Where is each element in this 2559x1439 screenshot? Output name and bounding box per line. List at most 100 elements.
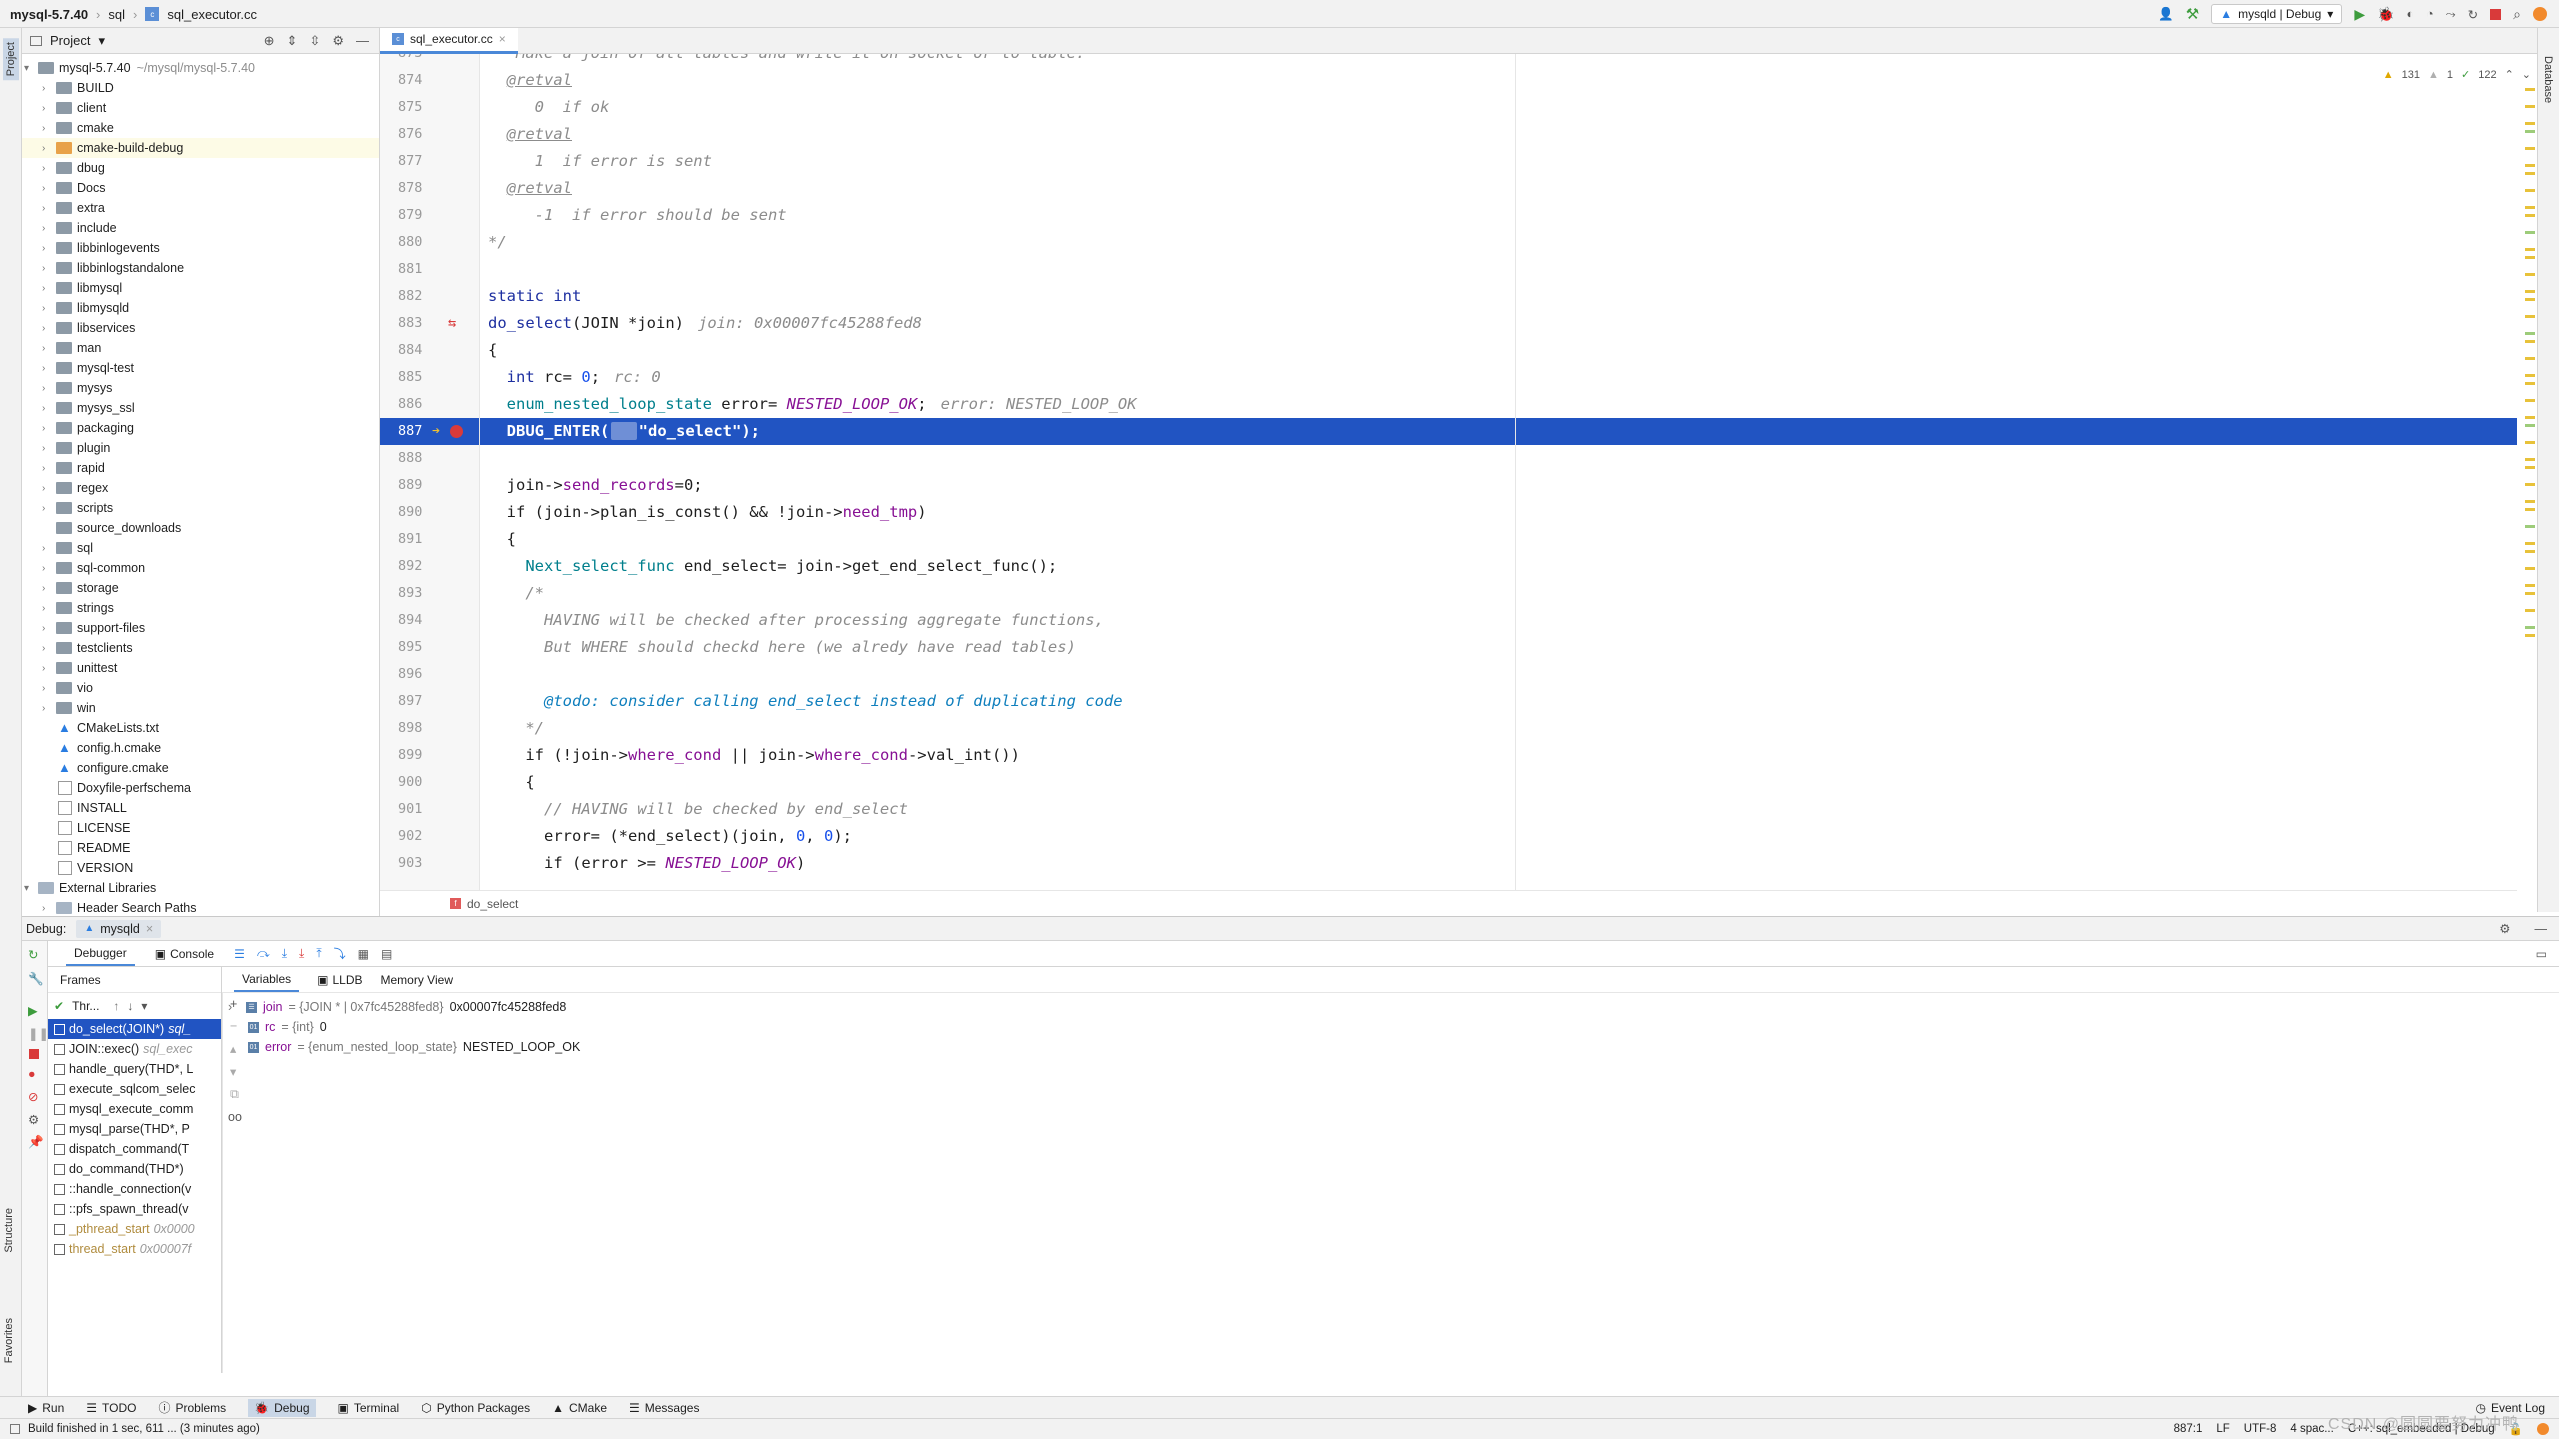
tree-file[interactable]: Doxyfile-perfschema (22, 778, 379, 798)
mute-breakpoints-icon[interactable]: ⊘ (22, 1085, 47, 1108)
chevron-right-icon[interactable]: › (42, 303, 54, 314)
tree-file[interactable]: LICENSE (22, 818, 379, 838)
line-number[interactable]: 884 (380, 337, 479, 364)
project-name[interactable]: mysql-5.7.40 (10, 7, 88, 22)
code-line-876[interactable]: @retval (480, 121, 2517, 148)
tab-console[interactable]: ▣ Console (147, 943, 222, 965)
line-number[interactable]: 892 (380, 553, 479, 580)
tree-folder-client[interactable]: › client (22, 98, 379, 118)
tree-folder-mysql-test[interactable]: › mysql-test (22, 358, 379, 378)
tool-tab-terminal[interactable]: ▣ Terminal (338, 1401, 400, 1415)
stripe-mark[interactable] (2525, 315, 2535, 318)
tree-folder-cmake-build-debug[interactable]: › cmake-build-debug (22, 138, 379, 158)
tree-folder-rapid[interactable]: › rapid (22, 458, 379, 478)
locate-icon[interactable]: ⊕ (264, 33, 275, 49)
stack-frame[interactable]: handle_query(THD*, L (48, 1059, 221, 1079)
close-icon[interactable]: × (499, 32, 506, 46)
tab-variables[interactable]: Variables (234, 968, 300, 992)
chevron-right-icon[interactable]: › (42, 503, 54, 514)
line-number[interactable]: 881 (380, 256, 479, 283)
line-number[interactable]: 880 (380, 229, 479, 256)
chevron-right-icon[interactable]: › (42, 463, 54, 474)
tree-file[interactable]: VERSION (22, 858, 379, 878)
stripe-mark[interactable] (2525, 567, 2535, 570)
line-number[interactable]: 889 (380, 472, 479, 499)
inspection-widget[interactable]: ▲ 131 ▲ 1 ✓ 122 ⌃ ⌄ (2383, 68, 2531, 82)
tree-folder-scripts[interactable]: › scripts (22, 498, 379, 518)
tab-memory-view[interactable]: Memory View (381, 973, 453, 987)
variable-row[interactable]: 01 error = {enum_nested_loop_state} NESTED_… (222, 1037, 2559, 1057)
line-number[interactable]: 886 (380, 391, 479, 418)
table-view-icon[interactable]: ▤ (381, 947, 392, 961)
variable-row[interactable]: › ☰ join = {JOIN * | 0x7fc45288fed8} 0x00007… (222, 997, 2559, 1017)
code-area[interactable]: Make a join of all tables and write it o… (480, 54, 2517, 890)
tree-file[interactable]: ▲ CMakeLists.txt (22, 718, 379, 738)
chevron-right-icon[interactable]: › (42, 83, 54, 94)
run-icon[interactable]: ▶ (2354, 6, 2365, 23)
chevron-right-icon[interactable]: › (42, 703, 54, 714)
code-line-900[interactable]: { (480, 769, 2517, 796)
tree-folder-docs[interactable]: › Docs (22, 178, 379, 198)
tree-folder-man[interactable]: › man (22, 338, 379, 358)
code-line-884[interactable]: { (480, 337, 2517, 364)
stripe-mark[interactable] (2525, 231, 2535, 234)
line-number[interactable]: 883 ⇆ (380, 310, 479, 337)
step-out-icon[interactable]: ⤒ (316, 946, 321, 961)
code-line-880[interactable]: */ (480, 229, 2517, 256)
line-number[interactable]: 873 (380, 54, 479, 67)
line-number[interactable]: 878 (380, 175, 479, 202)
line-number[interactable]: 876 (380, 121, 479, 148)
chevron-down-icon[interactable]: ▾ (24, 63, 36, 74)
code-line-877[interactable]: 1 if error is sent (480, 148, 2517, 175)
tree-file[interactable]: ▲ configure.cmake (22, 758, 379, 778)
tool-tab-problems[interactable]: ⓘ Problems (158, 1399, 226, 1416)
stack-frame[interactable]: JOIN::exec() sql_exec (48, 1039, 221, 1059)
tree-root[interactable]: ▾ mysql-5.7.40 ~/mysql/mysql-5.7.40 (22, 58, 379, 78)
line-number[interactable]: 897 (380, 688, 479, 715)
stripe-mark[interactable] (2525, 609, 2535, 612)
stack-frame[interactable]: dispatch_command(T (48, 1139, 221, 1159)
code-line-899[interactable]: if (!join->where_cond || join->where_con… (480, 742, 2517, 769)
notification-icon[interactable] (2537, 1423, 2549, 1435)
pause-icon[interactable]: ❚❚ (22, 1022, 49, 1045)
file-encoding[interactable]: UTF-8 (2244, 1423, 2277, 1435)
stack-frame[interactable]: mysql_parse(THD*, P (48, 1119, 221, 1139)
view-breakpoints-icon[interactable]: ● (22, 1063, 47, 1085)
chevron-down-icon[interactable]: ▾ (98, 33, 105, 49)
code-line-902[interactable]: error= (*end_select)(join, 0, 0); (480, 823, 2517, 850)
code-line-893[interactable]: /* (480, 580, 2517, 607)
status-message[interactable]: Build finished in 1 sec, 611 ... (3 minu… (28, 1423, 260, 1435)
code-line-892[interactable]: Next_select_func end_select= join->get_e… (480, 553, 2517, 580)
stripe-mark[interactable] (2525, 634, 2535, 637)
database-tool-tab[interactable]: Database (2542, 56, 2554, 103)
tree-file[interactable]: ▲ config.h.cmake (22, 738, 379, 758)
tree-folder-include[interactable]: › include (22, 218, 379, 238)
stack-frame[interactable]: _pthread_start 0x0000 (48, 1219, 221, 1239)
tree-folder-libbinlogevents[interactable]: › libbinlogevents (22, 238, 379, 258)
error-stripe[interactable] (2523, 88, 2537, 888)
tree-file[interactable]: README (22, 838, 379, 858)
stripe-mark[interactable] (2525, 164, 2535, 167)
step-into-icon[interactable]: ⤓ (282, 946, 287, 961)
code-line-882[interactable]: static int (480, 283, 2517, 310)
step-over-icon[interactable]: ⤼ (257, 946, 270, 961)
project-tool-tab[interactable]: Project (3, 38, 19, 81)
tree-folder-testclients[interactable]: › testclients (22, 638, 379, 658)
stripe-mark[interactable] (2525, 626, 2535, 629)
gear-icon[interactable]: ⚙ (332, 33, 344, 49)
stop-icon[interactable] (2490, 8, 2502, 20)
stripe-mark[interactable] (2525, 340, 2535, 343)
favorites-tool-tab[interactable]: Favorites (3, 1318, 15, 1363)
chevron-right-icon[interactable]: › (42, 263, 54, 274)
stripe-mark[interactable] (2525, 525, 2535, 528)
caret-position[interactable]: 887:1 (2174, 1423, 2203, 1435)
stripe-mark[interactable] (2525, 550, 2535, 553)
tool-tab-messages[interactable]: ☰ Messages (629, 1401, 699, 1415)
hide-icon[interactable]: — (2535, 922, 2548, 936)
stripe-mark[interactable] (2525, 248, 2535, 251)
line-number[interactable]: 901 (380, 796, 479, 823)
close-icon[interactable]: × (146, 922, 153, 936)
arrow-down-icon[interactable]: ↓ (127, 999, 133, 1013)
editor-tab-sql-executor[interactable]: c sql_executor.cc × (380, 27, 518, 54)
stripe-mark[interactable] (2525, 256, 2535, 259)
